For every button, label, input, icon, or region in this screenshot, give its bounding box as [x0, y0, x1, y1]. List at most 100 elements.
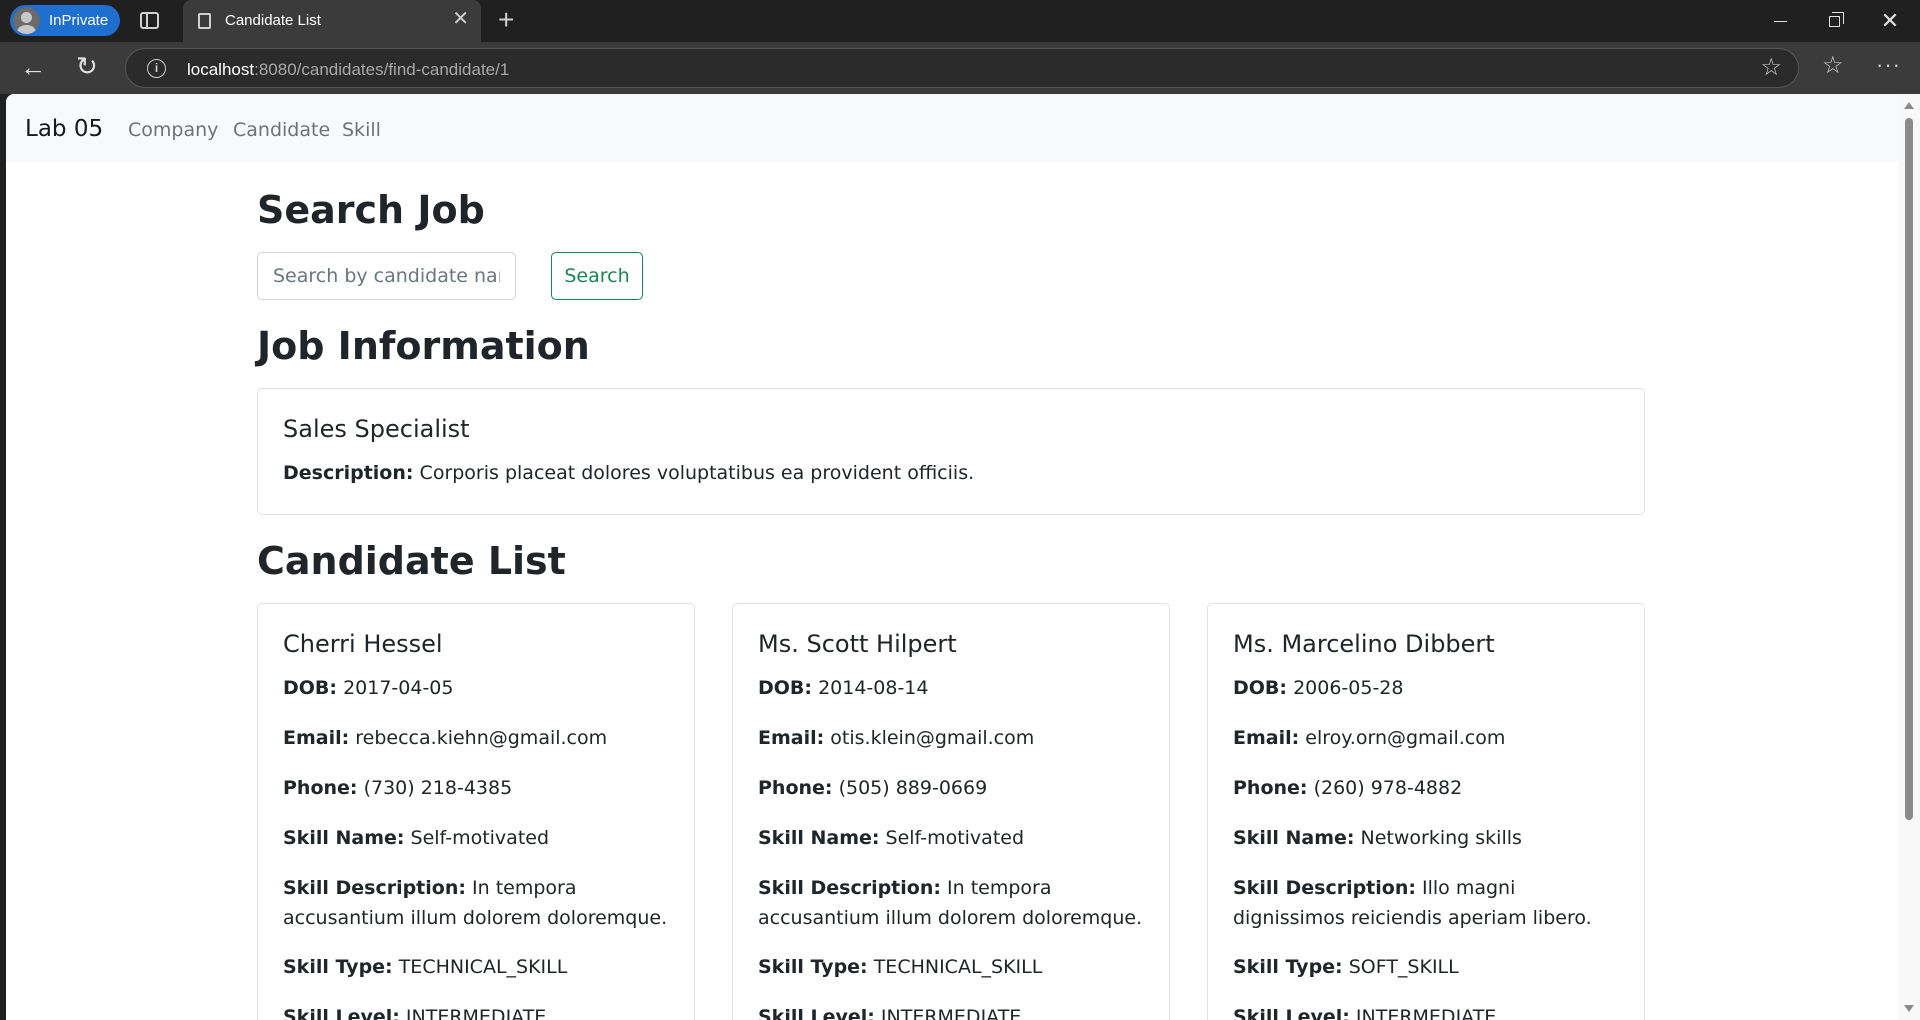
email-value: rebecca.kiehn@gmail.com	[355, 727, 608, 749]
candidate-phone: Phone: (505) 889-0669	[758, 773, 1151, 803]
nav-link-skill[interactable]: Skill	[342, 119, 381, 141]
candidate-dob: DOB: 2014-08-14	[758, 673, 1151, 703]
skill-name-value: Self-motivated	[885, 827, 1025, 849]
phone-value: (730) 218-4385	[363, 777, 513, 799]
skill-type-value: SOFT_SKILL	[1348, 956, 1459, 978]
nav-link-candidate[interactable]: Candidate	[233, 119, 330, 141]
search-heading: Search Job	[257, 188, 485, 232]
candidate-skill-type: Skill Type: TECHNICAL_SKILL	[758, 952, 1151, 982]
url-path: :8080/candidates/find-candidate/1	[254, 60, 510, 79]
candidate-name: Ms. Marcelino Dibbert	[1233, 630, 1495, 658]
skill-type-label: Skill Type:	[1233, 956, 1343, 978]
candidate-skill-name: Skill Name: Self-motivated	[758, 823, 1151, 853]
browser-titlebar: InPrivate Candidate List ✕ + ✕	[0, 0, 1920, 42]
job-info-heading: Job Information	[257, 324, 590, 368]
candidate-skill-type: Skill Type: TECHNICAL_SKILL	[283, 952, 676, 982]
dob-label: DOB:	[1233, 677, 1288, 699]
candidate-card: Ms. Scott Hilpert DOB: 2014-08-14 Email:…	[732, 603, 1170, 1020]
skill-name-value: Networking skills	[1360, 827, 1522, 849]
url-host: localhost	[187, 60, 255, 79]
scrollbar-thumb[interactable]	[1905, 118, 1913, 820]
reload-icon[interactable]: ↻	[76, 51, 98, 81]
email-label: Email:	[283, 727, 350, 749]
back-arrow-icon[interactable]: ←	[20, 52, 46, 82]
skill-level-value: INTERMEDIATE	[405, 1006, 547, 1020]
candidate-skill-type: Skill Type: SOFT_SKILL	[1233, 952, 1626, 982]
candidate-skill-description: Skill Description: In tempora accusantiu…	[758, 873, 1151, 933]
skill-level-label: Skill Level:	[1233, 1006, 1350, 1020]
vertical-scrollbar[interactable]	[1898, 94, 1920, 1020]
dob-value: 2014-08-14	[818, 677, 929, 699]
tab-actions-icon[interactable]	[140, 12, 159, 29]
skill-description-label: Skill Description:	[283, 877, 466, 899]
job-description: Description: Corporis placeat dolores vo…	[283, 458, 1626, 488]
minimize-button[interactable]	[1752, 0, 1808, 42]
search-input[interactable]	[257, 252, 516, 300]
phone-label: Phone:	[758, 777, 833, 799]
scroll-up-icon[interactable]	[1904, 102, 1914, 109]
description-label: Description:	[283, 462, 414, 484]
skill-level-value: INTERMEDIATE	[1355, 1006, 1497, 1020]
site-info-icon[interactable]: i	[147, 59, 166, 78]
url-text: localhost:8080/candidates/find-candidate…	[187, 60, 509, 80]
skill-name-label: Skill Name:	[758, 827, 880, 849]
email-label: Email:	[1233, 727, 1300, 749]
address-bar[interactable]: i localhost:8080/candidates/find-candida…	[125, 48, 1799, 88]
phone-label: Phone:	[1233, 777, 1308, 799]
job-card: Sales Specialist Description: Corporis p…	[257, 388, 1645, 515]
skill-type-value: TECHNICAL_SKILL	[398, 956, 568, 978]
candidate-card: Ms. Marcelino Dibbert DOB: 2006-05-28 Em…	[1207, 603, 1645, 1020]
skill-type-label: Skill Type:	[758, 956, 868, 978]
restore-icon	[1828, 11, 1844, 27]
skill-description-label: Skill Description:	[758, 877, 941, 899]
candidate-dob: DOB: 2006-05-28	[1233, 673, 1626, 703]
dob-label: DOB:	[283, 677, 338, 699]
close-tab-icon[interactable]: ✕	[452, 9, 469, 29]
nav-link-company[interactable]: Company	[128, 119, 218, 141]
email-value: elroy.orn@gmail.com	[1305, 727, 1506, 749]
candidate-skill-name: Skill Name: Networking skills	[1233, 823, 1626, 853]
avatar	[13, 7, 40, 34]
skill-level-label: Skill Level:	[283, 1006, 400, 1020]
candidate-email: Email: elroy.orn@gmail.com	[1233, 723, 1626, 753]
skill-name-label: Skill Name:	[1233, 827, 1355, 849]
email-label: Email:	[758, 727, 825, 749]
tab-title: Candidate List	[225, 12, 321, 29]
new-tab-icon[interactable]: +	[498, 4, 514, 36]
candidate-skill-level: Skill Level: INTERMEDIATE	[283, 1002, 676, 1020]
tab-candidate-list[interactable]: Candidate List ✕	[183, 0, 481, 42]
candidate-list-heading: Candidate List	[257, 539, 566, 583]
search-button[interactable]: Search	[551, 252, 643, 300]
navbar-brand[interactable]: Lab 05	[25, 116, 103, 142]
candidate-skill-level: Skill Level: INTERMEDIATE	[1233, 1002, 1626, 1020]
skill-type-label: Skill Type:	[283, 956, 393, 978]
skill-name-value: Self-motivated	[410, 827, 550, 849]
candidate-skill-name: Skill Name: Self-motivated	[283, 823, 676, 853]
scroll-down-icon[interactable]	[1904, 1005, 1914, 1012]
page-viewport: Lab 05 Company Candidate Skill Search Jo…	[6, 94, 1920, 1020]
phone-value: (260) 978-4882	[1313, 777, 1463, 799]
more-options-icon[interactable]: ···	[1876, 52, 1901, 78]
close-window-button[interactable]: ✕	[1862, 0, 1918, 42]
skill-level-value: INTERMEDIATE	[880, 1006, 1022, 1020]
skill-level-label: Skill Level:	[758, 1006, 875, 1020]
job-title: Sales Specialist	[283, 415, 470, 443]
phone-label: Phone:	[283, 777, 358, 799]
restore-button[interactable]	[1806, 0, 1862, 42]
candidate-name: Cherri Hessel	[283, 630, 443, 658]
profile-label: InPrivate	[49, 12, 109, 29]
favorite-star-icon[interactable]: ☆	[1760, 55, 1782, 81]
skill-type-value: TECHNICAL_SKILL	[873, 956, 1043, 978]
dob-label: DOB:	[758, 677, 813, 699]
candidate-dob: DOB: 2017-04-05	[283, 673, 676, 703]
candidate-email: Email: rebecca.kiehn@gmail.com	[283, 723, 676, 753]
minimize-icon	[1773, 20, 1787, 22]
dob-value: 2006-05-28	[1293, 677, 1404, 699]
skill-description-label: Skill Description:	[1233, 877, 1416, 899]
inprivate-profile-button[interactable]: InPrivate	[10, 5, 120, 36]
navbar: Lab 05 Company Candidate Skill	[6, 94, 1898, 162]
page-icon	[198, 13, 211, 29]
favorites-icon[interactable]: ☆	[1822, 52, 1844, 80]
dob-value: 2017-04-05	[343, 677, 454, 699]
candidate-card: Cherri Hessel DOB: 2017-04-05 Email: reb…	[257, 603, 695, 1020]
